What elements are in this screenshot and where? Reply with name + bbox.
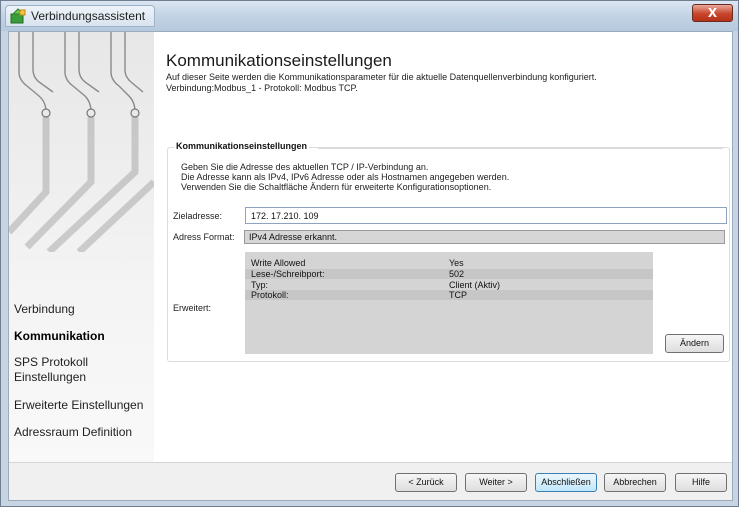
wizard-window: Verbindungsassistent X Verbindung Kommun… <box>0 0 739 507</box>
target-address-input[interactable]: 172. 17.210. 109 <box>245 207 727 224</box>
advanced-value: TCP <box>449 290 467 300</box>
close-button[interactable]: X <box>692 4 733 22</box>
window-title: Verbindungsassistent <box>31 9 146 23</box>
page-description: Auf dieser Seite werden die Kommunikatio… <box>166 72 597 94</box>
wizard-sidebar: Verbindung Kommunikation SPS Protokoll E… <box>9 32 154 462</box>
wizard-content: Kommunikationseinstellungen Auf dieser S… <box>166 32 731 462</box>
advanced-key: Protokoll: <box>251 290 289 300</box>
cancel-button[interactable]: Abbrechen <box>604 473 666 492</box>
advanced-label: Erweitert: <box>173 303 212 313</box>
target-address-label: Zieladresse: <box>173 211 223 221</box>
close-icon: X <box>707 6 718 20</box>
list-item: Lese-/Schreibport: 502 <box>245 269 653 279</box>
page-title: Kommunikationseinstellungen <box>166 51 392 70</box>
help-button[interactable]: Hilfe <box>675 473 727 492</box>
advanced-key: Typ: <box>251 280 269 290</box>
circuit-decoration-graphic <box>9 32 154 252</box>
group-desc-line: Geben Sie die Adresse des aktuellen TCP … <box>181 162 429 172</box>
advanced-value: Client (Aktiv) <box>449 280 501 290</box>
client-area: Verbindung Kommunikation SPS Protokoll E… <box>8 31 733 501</box>
next-button[interactable]: Weiter > <box>465 473 527 492</box>
page-connection-line: Verbindung:Modbus_1 - Protokoll: Modbus … <box>166 83 358 93</box>
sidebar-item-erweiterte-einstellungen[interactable]: Erweiterte Einstellungen <box>14 398 143 413</box>
advanced-settings-list: Write Allowed Yes Lese-/Schreibport: 502… <box>245 252 653 354</box>
advanced-value: Yes <box>449 258 464 268</box>
advanced-key: Lese-/Schreibport: <box>251 269 325 279</box>
list-item: Protokoll: TCP <box>245 290 653 300</box>
sidebar-item-verbindung[interactable]: Verbindung <box>14 302 75 317</box>
advanced-value: 502 <box>449 269 465 279</box>
address-format-value: IPv4 Adresse erkannt. <box>249 232 338 242</box>
target-address-value: 172. 17.210. 109 <box>251 211 319 221</box>
list-item: Write Allowed Yes <box>245 258 653 268</box>
address-format-label: Adress Format: <box>173 232 235 242</box>
change-button[interactable]: Ändern <box>665 334 724 353</box>
page-description-line: Auf dieser Seite werden die Kommunikatio… <box>166 72 597 82</box>
sidebar-item-sps-protokoll[interactable]: SPS Protokoll Einstellungen <box>14 355 88 385</box>
group-divider <box>318 148 723 149</box>
group-legend: Kommunikationseinstellungen <box>174 141 310 151</box>
title-bar[interactable]: Verbindungsassistent X <box>1 1 738 31</box>
finish-button[interactable]: Abschließen <box>535 473 597 492</box>
sidebar-item-adressraum-definition[interactable]: Adressraum Definition <box>14 425 132 440</box>
address-format-field: IPv4 Adresse erkannt. <box>244 230 725 244</box>
advanced-key: Write Allowed <box>251 258 306 268</box>
communication-settings-group: Kommunikationseinstellungen Geben Sie di… <box>167 141 730 362</box>
sidebar-item-kommunikation[interactable]: Kommunikation <box>14 329 105 344</box>
group-desc-line: Die Adresse kann als IPv4, IPv6 Adresse … <box>181 172 510 182</box>
group-desc-line: Verwenden Sie die Schaltfläche Ändern fü… <box>181 182 492 192</box>
group-description: Geben Sie die Adresse des aktuellen TCP … <box>181 162 509 192</box>
wizard-hat-icon <box>10 8 26 24</box>
wizard-footer: < Zurück Weiter > Abschließen Abbrechen … <box>9 462 732 500</box>
back-button[interactable]: < Zurück <box>395 473 457 492</box>
list-item: Typ: Client (Aktiv) <box>245 280 653 290</box>
